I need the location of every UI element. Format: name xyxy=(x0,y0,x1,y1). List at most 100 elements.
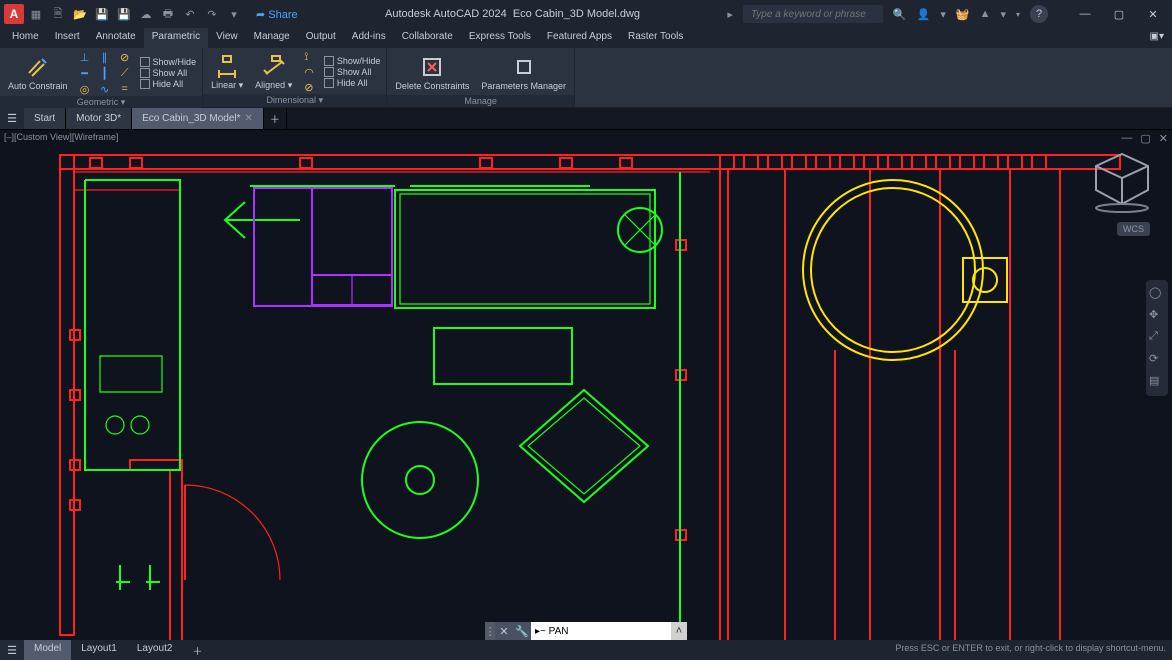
qat-chevron-down-icon[interactable]: ▾ xyxy=(226,6,242,22)
delete-constraints-button[interactable]: Delete Constraints xyxy=(391,53,473,93)
aligned-label: Aligned ▾ xyxy=(255,80,292,90)
ribbon-tab-raster-tools[interactable]: Raster Tools xyxy=(620,28,691,48)
redo-icon[interactable]: ↷ xyxy=(204,6,220,22)
new-icon[interactable]: 🗎 xyxy=(50,6,66,22)
ribbon-tab-express-tools[interactable]: Express Tools xyxy=(461,28,539,48)
doctabs-menu-icon[interactable]: ☰ xyxy=(0,108,24,129)
cmd-customize-icon[interactable]: 🔧 xyxy=(513,622,531,640)
signin-icon[interactable]: 👤 xyxy=(917,8,931,21)
aligned-button[interactable]: Aligned ▾ xyxy=(251,52,296,92)
add-layout-button[interactable]: ＋ xyxy=(182,640,212,660)
close-button[interactable]: ✕ xyxy=(1138,2,1168,26)
collinear-constraint-icon[interactable]: ⟋ xyxy=(116,66,134,80)
label: Hide All xyxy=(337,78,368,88)
document-tab[interactable]: Eco Cabin_3D Model*✕ xyxy=(132,108,264,129)
perpendicular-constraint-icon[interactable]: ⊥ xyxy=(76,50,94,64)
tangent-constraint-icon[interactable]: ⊘ xyxy=(116,50,134,64)
ribbon-tab-featured-apps[interactable]: Featured Apps xyxy=(539,28,620,48)
constraint-showall-button[interactable]: Show All xyxy=(138,68,199,78)
parameters-manager-button[interactable]: f(x) Parameters Manager xyxy=(477,53,570,93)
signin-dropdown-icon[interactable]: ▾ xyxy=(940,8,946,21)
search-icon[interactable]: 🔍 xyxy=(893,8,907,21)
auto-constrain-icon xyxy=(26,55,50,79)
orbit-icon[interactable]: ⟳ xyxy=(1149,352,1165,368)
horizontal-constraint-icon[interactable]: ━ xyxy=(76,66,94,80)
parallel-constraint-icon[interactable]: ∥ xyxy=(96,50,114,64)
cmd-close-icon[interactable]: ✕ xyxy=(495,622,513,640)
ribbon-tab-output[interactable]: Output xyxy=(298,28,344,48)
basket-icon[interactable]: 🧺 xyxy=(956,8,970,21)
apps-dropdown-icon[interactable]: ▾ xyxy=(1000,8,1006,21)
share-label: Share xyxy=(268,9,297,21)
cloud-icon[interactable]: ☁ xyxy=(138,6,154,22)
ribbon-tab-home[interactable]: Home xyxy=(4,28,47,48)
zoom-extents-icon[interactable]: ⤢ xyxy=(1149,330,1165,346)
ribbon-tab-annotate[interactable]: Annotate xyxy=(88,28,144,48)
dim-icon[interactable]: ⊘ xyxy=(304,81,314,94)
layout-tab-model[interactable]: Model xyxy=(24,640,71,660)
print-icon[interactable]: 🖶 xyxy=(160,6,176,22)
parameters-manager-label: Parameters Manager xyxy=(481,81,566,91)
help-icon[interactable]: ? xyxy=(1030,5,1048,23)
ribbon-tab-add-ins[interactable]: Add-ins xyxy=(344,28,394,48)
share-icon: ➦ xyxy=(256,9,265,21)
document-tab[interactable]: Motor 3D* xyxy=(66,108,132,129)
constraint-showhide-button[interactable]: Show/Hide xyxy=(322,56,383,66)
vertical-constraint-icon[interactable]: ┃ xyxy=(96,66,114,80)
ribbon-tab-collaborate[interactable]: Collaborate xyxy=(394,28,461,48)
linear-button[interactable]: Linear ▾ xyxy=(207,52,247,92)
drawing-viewport[interactable]: [–][Custom View][Wireframe] — ▢ ✕ xyxy=(0,130,1172,640)
constraint-showhide-button[interactable]: Show/Hide xyxy=(138,57,199,67)
apps-icon[interactable]: ▲ xyxy=(980,8,991,20)
layout-tab-layout2[interactable]: Layout2 xyxy=(127,640,183,660)
showmotion-icon[interactable]: ▤ xyxy=(1149,374,1165,390)
cmd-history-dropdown-icon[interactable]: ˄ xyxy=(671,622,687,640)
ribbon-tab-parametric[interactable]: Parametric xyxy=(144,28,208,48)
share-button[interactable]: ➦ Share xyxy=(256,8,298,21)
ribbon-tab-view[interactable]: View xyxy=(208,28,246,48)
wcs-badge[interactable]: WCS xyxy=(1117,222,1150,236)
constraint-hideall-button[interactable]: Hide All xyxy=(138,79,199,89)
search-input[interactable] xyxy=(743,5,883,23)
auto-constrain-button[interactable]: Auto Constrain xyxy=(4,53,72,93)
ribbon-collapse-icon[interactable]: ▣▾ xyxy=(1142,28,1172,48)
full-nav-wheel-icon[interactable]: ◯ xyxy=(1149,286,1165,302)
help-dropdown-icon[interactable]: ▾ xyxy=(1016,10,1020,19)
qat-menu-icon[interactable]: ▦ xyxy=(28,6,44,22)
parameters-manager-icon: f(x) xyxy=(512,55,536,79)
concentric-constraint-icon[interactable]: ◎ xyxy=(76,82,94,96)
ribbon-tab-insert[interactable]: Insert xyxy=(47,28,88,48)
close-tab-icon[interactable]: ✕ xyxy=(245,113,253,124)
constraint-showall-button[interactable]: Show All xyxy=(322,67,383,77)
pan-icon[interactable]: ✥ xyxy=(1149,308,1165,324)
maximize-button[interactable]: ▢ xyxy=(1104,2,1134,26)
minimize-button[interactable]: — xyxy=(1070,2,1100,26)
ribbon-panel-label[interactable]: Dimensional ▾ xyxy=(203,94,386,107)
equal-constraint-icon[interactable]: = xyxy=(116,82,134,96)
auto-constrain-label: Auto Constrain xyxy=(8,81,68,91)
save-icon[interactable]: 💾 xyxy=(94,6,110,22)
undo-icon[interactable]: ↶ xyxy=(182,6,198,22)
smooth-constraint-icon[interactable]: ∿ xyxy=(96,82,114,96)
app-logo[interactable]: A xyxy=(4,4,24,24)
dim-icon[interactable]: ⟟ xyxy=(304,51,314,64)
ribbon-tab-manage[interactable]: Manage xyxy=(246,28,298,48)
command-input[interactable] xyxy=(531,622,671,640)
window-title: Autodesk AutoCAD 2024 Eco Cabin_3D Model… xyxy=(298,8,728,20)
search-caret-icon[interactable]: ▸ xyxy=(727,8,733,21)
lock-icon xyxy=(140,68,150,78)
constraint-hideall-button[interactable]: Hide All xyxy=(322,78,383,88)
view-cube[interactable]: LEFT FRONT xyxy=(1092,150,1152,210)
open-icon[interactable]: 📂 xyxy=(72,6,88,22)
saveas-icon[interactable]: 💾 xyxy=(116,6,132,22)
dim-icon[interactable]: ◠ xyxy=(304,66,314,79)
layout-tab-layout1[interactable]: Layout1 xyxy=(71,640,127,660)
layout-menu-icon[interactable]: ☰ xyxy=(0,640,24,660)
status-bar: ☰ ModelLayout1Layout2 ＋ Press ESC or ENT… xyxy=(0,640,1172,660)
new-tab-button[interactable]: ＋ xyxy=(264,108,287,129)
document-tab[interactable]: Start xyxy=(24,108,66,129)
navigation-bar: ◯ ✥ ⤢ ⟳ ▤ xyxy=(1146,280,1168,396)
geometric-show-list: Show/HideShow AllHide All xyxy=(138,57,199,89)
cmd-drag-handle-icon[interactable]: ⋮ xyxy=(485,622,495,640)
drawing-canvas[interactable] xyxy=(0,130,1172,640)
